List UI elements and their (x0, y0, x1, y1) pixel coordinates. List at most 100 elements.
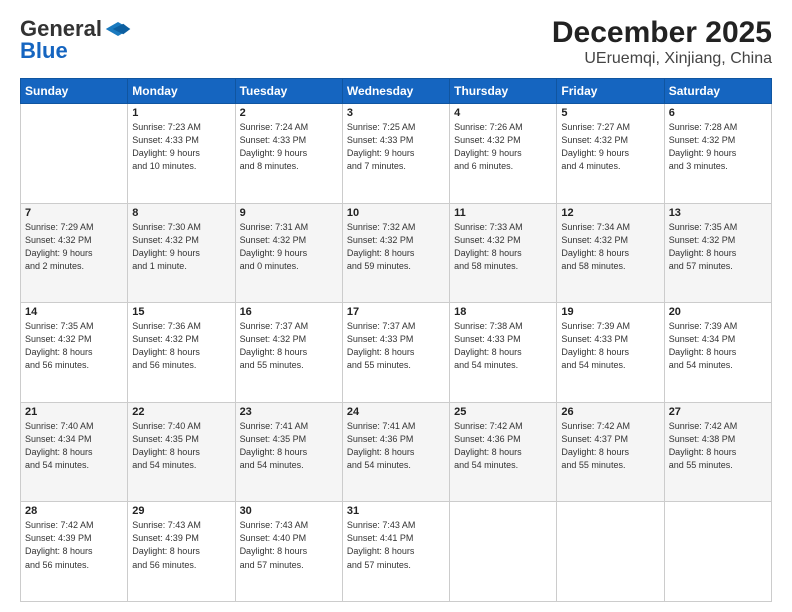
cell-content: and 4 minutes. (561, 160, 659, 173)
cell-content: Daylight: 9 hours (240, 147, 338, 160)
cell-content: and 55 minutes. (347, 359, 445, 372)
cell-content: Sunrise: 7:25 AM (347, 121, 445, 134)
cell-content: Daylight: 8 hours (454, 247, 552, 260)
day-number: 4 (454, 107, 552, 119)
cell-content: and 54 minutes. (240, 459, 338, 472)
cell-content: Daylight: 8 hours (561, 346, 659, 359)
day-number: 24 (347, 406, 445, 418)
cell-content: Daylight: 8 hours (25, 446, 123, 459)
calendar-cell: 11Sunrise: 7:33 AMSunset: 4:32 PMDayligh… (450, 203, 557, 303)
cell-content: and 56 minutes. (132, 559, 230, 572)
cell-content: Sunrise: 7:42 AM (25, 519, 123, 532)
cell-content: Sunset: 4:32 PM (240, 234, 338, 247)
cell-content: Sunset: 4:34 PM (669, 333, 767, 346)
cell-content: Sunrise: 7:34 AM (561, 221, 659, 234)
cell-content: Sunset: 4:32 PM (132, 333, 230, 346)
cell-content: and 57 minutes. (240, 559, 338, 572)
cell-content: Daylight: 8 hours (25, 346, 123, 359)
cell-content: Sunrise: 7:35 AM (669, 221, 767, 234)
cell-content: and 2 minutes. (25, 260, 123, 273)
calendar-cell: 25Sunrise: 7:42 AMSunset: 4:36 PMDayligh… (450, 402, 557, 502)
cell-content: and 56 minutes. (25, 359, 123, 372)
calendar-cell: 5Sunrise: 7:27 AMSunset: 4:32 PMDaylight… (557, 104, 664, 204)
calendar-cell: 10Sunrise: 7:32 AMSunset: 4:32 PMDayligh… (342, 203, 449, 303)
col-saturday: Saturday (664, 79, 771, 104)
calendar-cell: 2Sunrise: 7:24 AMSunset: 4:33 PMDaylight… (235, 104, 342, 204)
calendar-cell: 8 Sunrise: 7:30 AMSunset: 4:32 PMDaylight… (128, 203, 235, 303)
calendar-cell: 15Sunrise: 7:36 AMSunset: 4:32 PMDayligh… (128, 303, 235, 403)
cell-content: Sunrise: 7:42 AM (561, 420, 659, 433)
cell-content: and 54 minutes. (347, 459, 445, 472)
cell-content: and 7 minutes. (347, 160, 445, 173)
cell-content: Sunrise: 7:35 AM (25, 320, 123, 333)
cell-content: Sunset: 4:32 PM (561, 234, 659, 247)
cell-content: Sunrise: 7:27 AM (561, 121, 659, 134)
calendar-cell: 29Sunrise: 7:43 AMSunset: 4:39 PMDayligh… (128, 502, 235, 602)
cell-content: Sunrise: 7:43 AM (347, 519, 445, 532)
cell-content: Daylight: 9 hours (347, 147, 445, 160)
logo: General Blue (20, 16, 132, 64)
calendar-cell: 23Sunrise: 7:41 AMSunset: 4:35 PMDayligh… (235, 402, 342, 502)
calendar-header-row: Sunday Monday Tuesday Wednesday Thursday… (21, 79, 772, 104)
calendar-cell (21, 104, 128, 204)
calendar-cell: 4Sunrise: 7:26 AMSunset: 4:32 PMDaylight… (450, 104, 557, 204)
cell-content: Sunset: 4:33 PM (132, 134, 230, 147)
calendar-cell: 28Sunrise: 7:42 AMSunset: 4:39 PMDayligh… (21, 502, 128, 602)
cell-content: and 54 minutes. (454, 459, 552, 472)
day-number: 16 (240, 306, 338, 318)
cell-content: Sunset: 4:40 PM (240, 532, 338, 545)
cell-content: Sunset: 4:36 PM (454, 433, 552, 446)
calendar-cell: 13Sunrise: 7:35 AMSunset: 4:32 PMDayligh… (664, 203, 771, 303)
cell-content: and 58 minutes. (454, 260, 552, 273)
logo-blue: Blue (20, 38, 68, 64)
cell-content: and 3 minutes. (669, 160, 767, 173)
day-number: 9 (240, 207, 338, 219)
day-number: 22 (132, 406, 230, 418)
cell-content: Sunrise: 7:41 AM (347, 420, 445, 433)
day-number: 1 (132, 107, 230, 119)
cell-content: Daylight: 9 hours (132, 247, 230, 260)
page-subtitle: UEruemqi, Xinjiang, China (552, 50, 772, 68)
cell-content: Daylight: 8 hours (25, 545, 123, 558)
cell-content: and 10 minutes. (132, 160, 230, 173)
calendar-cell: 18Sunrise: 7:38 AMSunset: 4:33 PMDayligh… (450, 303, 557, 403)
cell-content: Daylight: 9 hours (240, 247, 338, 260)
cell-content: Sunrise: 7:39 AM (561, 320, 659, 333)
cell-content: Sunrise: 7:31 AM (240, 221, 338, 234)
col-wednesday: Wednesday (342, 79, 449, 104)
day-number: 18 (454, 306, 552, 318)
calendar-cell: 19Sunrise: 7:39 AMSunset: 4:33 PMDayligh… (557, 303, 664, 403)
day-number: 25 (454, 406, 552, 418)
calendar-week-4: 21Sunrise: 7:40 AMSunset: 4:34 PMDayligh… (21, 402, 772, 502)
calendar: Sunday Monday Tuesday Wednesday Thursday… (20, 78, 772, 602)
calendar-cell: 30Sunrise: 7:43 AMSunset: 4:40 PMDayligh… (235, 502, 342, 602)
cell-content: and 56 minutes. (132, 359, 230, 372)
calendar-cell: 26Sunrise: 7:42 AMSunset: 4:37 PMDayligh… (557, 402, 664, 502)
page: General Blue December 2025 UEruemqi, Xin… (0, 0, 792, 612)
calendar-cell: 31Sunrise: 7:43 AMSunset: 4:41 PMDayligh… (342, 502, 449, 602)
calendar-cell (450, 502, 557, 602)
cell-content: Sunrise: 7:43 AM (132, 519, 230, 532)
day-number: 10 (347, 207, 445, 219)
cell-content: Daylight: 8 hours (240, 446, 338, 459)
cell-content: and 55 minutes. (561, 459, 659, 472)
cell-content: Daylight: 9 hours (669, 147, 767, 160)
cell-content: Sunset: 4:32 PM (669, 134, 767, 147)
calendar-cell: 6Sunrise: 7:28 AMSunset: 4:32 PMDaylight… (664, 104, 771, 204)
day-number: 2 (240, 107, 338, 119)
cell-content: and 56 minutes. (25, 559, 123, 572)
day-number: 8 (132, 207, 230, 219)
cell-content: Daylight: 9 hours (25, 247, 123, 260)
cell-content: Sunset: 4:32 PM (132, 234, 230, 247)
day-number: 15 (132, 306, 230, 318)
cell-content: Sunset: 4:37 PM (561, 433, 659, 446)
cell-content: Sunrise: 7:30 AM (132, 221, 230, 234)
cell-content: Sunrise: 7:40 AM (25, 420, 123, 433)
cell-content: Daylight: 8 hours (132, 446, 230, 459)
cell-content: Daylight: 8 hours (132, 545, 230, 558)
cell-content: and 58 minutes. (561, 260, 659, 273)
day-number: 27 (669, 406, 767, 418)
cell-content: Daylight: 8 hours (240, 346, 338, 359)
cell-content: Daylight: 8 hours (240, 545, 338, 558)
day-number: 11 (454, 207, 552, 219)
